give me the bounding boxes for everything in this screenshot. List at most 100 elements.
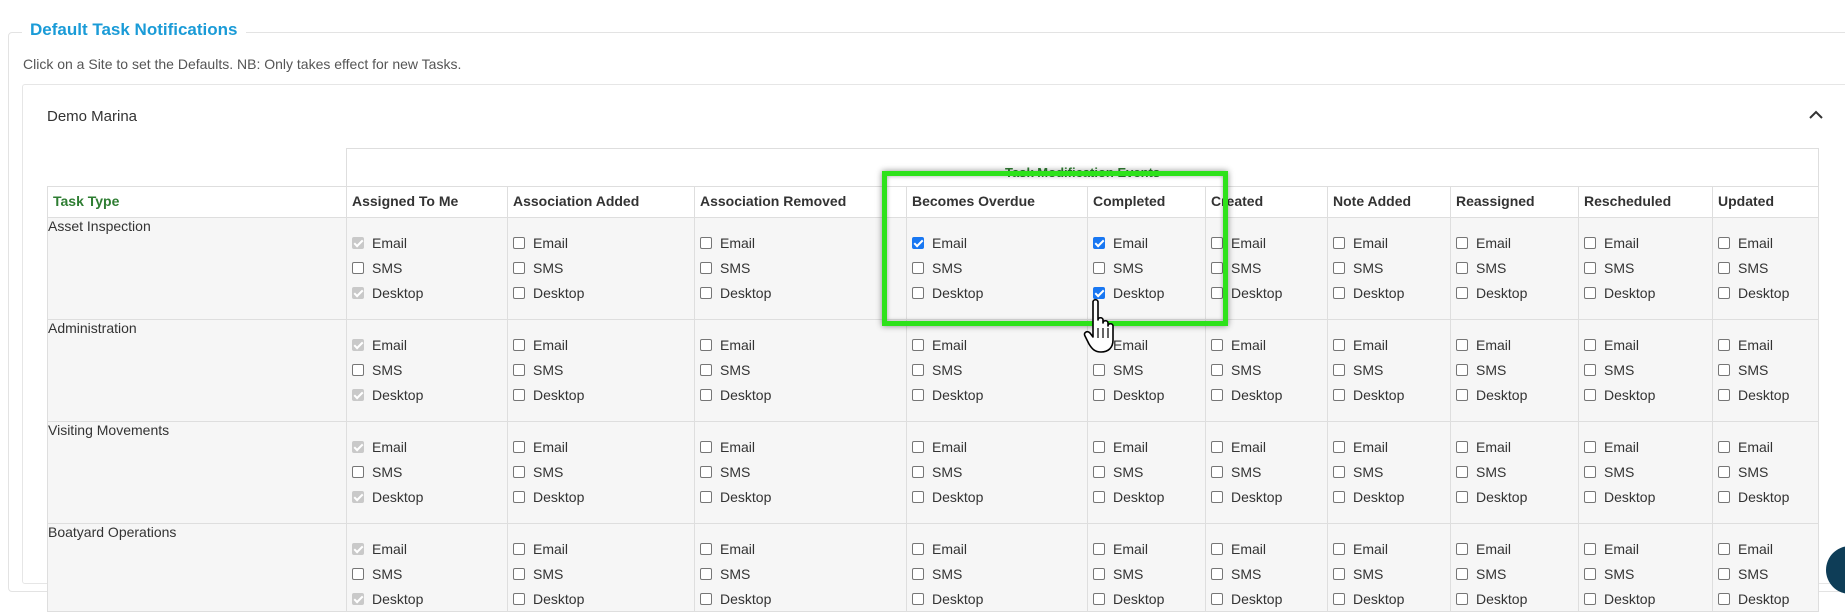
email-checkbox[interactable] (1093, 236, 1105, 249)
desktop-checkbox[interactable] (1333, 388, 1345, 401)
email-checkbox[interactable] (1333, 542, 1345, 555)
desktop-checkbox[interactable] (1093, 286, 1105, 299)
sms-checkbox[interactable] (1718, 261, 1730, 274)
desktop-checkbox[interactable] (1211, 286, 1223, 299)
email-checkbox[interactable] (1093, 542, 1105, 555)
sms-checkbox[interactable] (1093, 261, 1105, 274)
desktop-checkbox[interactable] (513, 388, 525, 401)
email-checkbox[interactable] (1718, 542, 1730, 555)
sms-checkbox[interactable] (1211, 567, 1223, 580)
sms-checkbox[interactable] (352, 261, 364, 274)
desktop-checkbox[interactable] (1718, 592, 1730, 605)
email-checkbox[interactable] (700, 440, 712, 453)
desktop-checkbox[interactable] (912, 286, 924, 299)
email-checkbox[interactable] (1333, 338, 1345, 351)
email-checkbox[interactable] (513, 440, 525, 453)
sms-checkbox[interactable] (1718, 567, 1730, 580)
desktop-checkbox[interactable] (1718, 490, 1730, 503)
sms-checkbox[interactable] (700, 567, 712, 580)
sms-checkbox[interactable] (1211, 261, 1223, 274)
email-checkbox[interactable] (912, 236, 924, 249)
sms-checkbox[interactable] (1333, 465, 1345, 478)
desktop-checkbox[interactable] (1456, 388, 1468, 401)
sms-checkbox[interactable] (1584, 465, 1596, 478)
sms-checkbox[interactable] (513, 465, 525, 478)
desktop-checkbox[interactable] (1093, 388, 1105, 401)
sms-checkbox[interactable] (1093, 567, 1105, 580)
sms-checkbox[interactable] (700, 261, 712, 274)
desktop-checkbox[interactable] (1718, 286, 1730, 299)
email-checkbox[interactable] (1718, 440, 1730, 453)
email-checkbox[interactable] (700, 542, 712, 555)
sms-checkbox[interactable] (1718, 465, 1730, 478)
sms-checkbox[interactable] (352, 567, 364, 580)
desktop-checkbox[interactable] (700, 490, 712, 503)
desktop-checkbox[interactable] (513, 286, 525, 299)
desktop-checkbox[interactable] (1211, 388, 1223, 401)
desktop-checkbox[interactable] (513, 490, 525, 503)
email-checkbox[interactable] (1211, 440, 1223, 453)
email-checkbox[interactable] (912, 542, 924, 555)
email-checkbox[interactable] (700, 236, 712, 249)
desktop-checkbox[interactable] (1333, 490, 1345, 503)
sms-checkbox[interactable] (912, 363, 924, 376)
sms-checkbox[interactable] (1456, 363, 1468, 376)
chevron-up-icon[interactable] (1805, 105, 1827, 125)
sms-checkbox[interactable] (1211, 363, 1223, 376)
desktop-checkbox[interactable] (513, 592, 525, 605)
email-checkbox[interactable] (1211, 338, 1223, 351)
sms-checkbox[interactable] (513, 363, 525, 376)
desktop-checkbox[interactable] (700, 592, 712, 605)
site-title[interactable]: Demo Marina (47, 108, 137, 125)
email-checkbox[interactable] (1584, 236, 1596, 249)
email-checkbox[interactable] (700, 338, 712, 351)
sms-checkbox[interactable] (352, 363, 364, 376)
email-checkbox[interactable] (1456, 440, 1468, 453)
sms-checkbox[interactable] (513, 567, 525, 580)
desktop-checkbox[interactable] (700, 388, 712, 401)
sms-checkbox[interactable] (1456, 567, 1468, 580)
sms-checkbox[interactable] (1456, 465, 1468, 478)
email-checkbox[interactable] (1718, 236, 1730, 249)
email-checkbox[interactable] (1584, 542, 1596, 555)
desktop-checkbox[interactable] (1584, 286, 1596, 299)
desktop-checkbox[interactable] (1093, 592, 1105, 605)
email-checkbox[interactable] (513, 338, 525, 351)
sms-checkbox[interactable] (513, 261, 525, 274)
sms-checkbox[interactable] (1584, 363, 1596, 376)
desktop-checkbox[interactable] (1718, 388, 1730, 401)
sms-checkbox[interactable] (1584, 567, 1596, 580)
email-checkbox[interactable] (513, 236, 525, 249)
desktop-checkbox[interactable] (1456, 490, 1468, 503)
sms-checkbox[interactable] (352, 465, 364, 478)
sms-checkbox[interactable] (912, 567, 924, 580)
desktop-checkbox[interactable] (1211, 592, 1223, 605)
desktop-checkbox[interactable] (1584, 592, 1596, 605)
email-checkbox[interactable] (1333, 440, 1345, 453)
email-checkbox[interactable] (1456, 236, 1468, 249)
email-checkbox[interactable] (1211, 542, 1223, 555)
sms-checkbox[interactable] (1333, 363, 1345, 376)
sms-checkbox[interactable] (1093, 363, 1105, 376)
desktop-checkbox[interactable] (912, 388, 924, 401)
sms-checkbox[interactable] (1584, 261, 1596, 274)
desktop-checkbox[interactable] (1333, 592, 1345, 605)
email-checkbox[interactable] (1584, 338, 1596, 351)
sms-checkbox[interactable] (912, 465, 924, 478)
sms-checkbox[interactable] (1211, 465, 1223, 478)
sms-checkbox[interactable] (700, 465, 712, 478)
desktop-checkbox[interactable] (1456, 286, 1468, 299)
desktop-checkbox[interactable] (1093, 490, 1105, 503)
desktop-checkbox[interactable] (1211, 490, 1223, 503)
email-checkbox[interactable] (1718, 338, 1730, 351)
desktop-checkbox[interactable] (1456, 592, 1468, 605)
email-checkbox[interactable] (513, 542, 525, 555)
sms-checkbox[interactable] (1718, 363, 1730, 376)
email-checkbox[interactable] (912, 440, 924, 453)
sms-checkbox[interactable] (1333, 261, 1345, 274)
sms-checkbox[interactable] (700, 363, 712, 376)
sms-checkbox[interactable] (1456, 261, 1468, 274)
sms-checkbox[interactable] (912, 261, 924, 274)
email-checkbox[interactable] (1211, 236, 1223, 249)
desktop-checkbox[interactable] (1584, 490, 1596, 503)
